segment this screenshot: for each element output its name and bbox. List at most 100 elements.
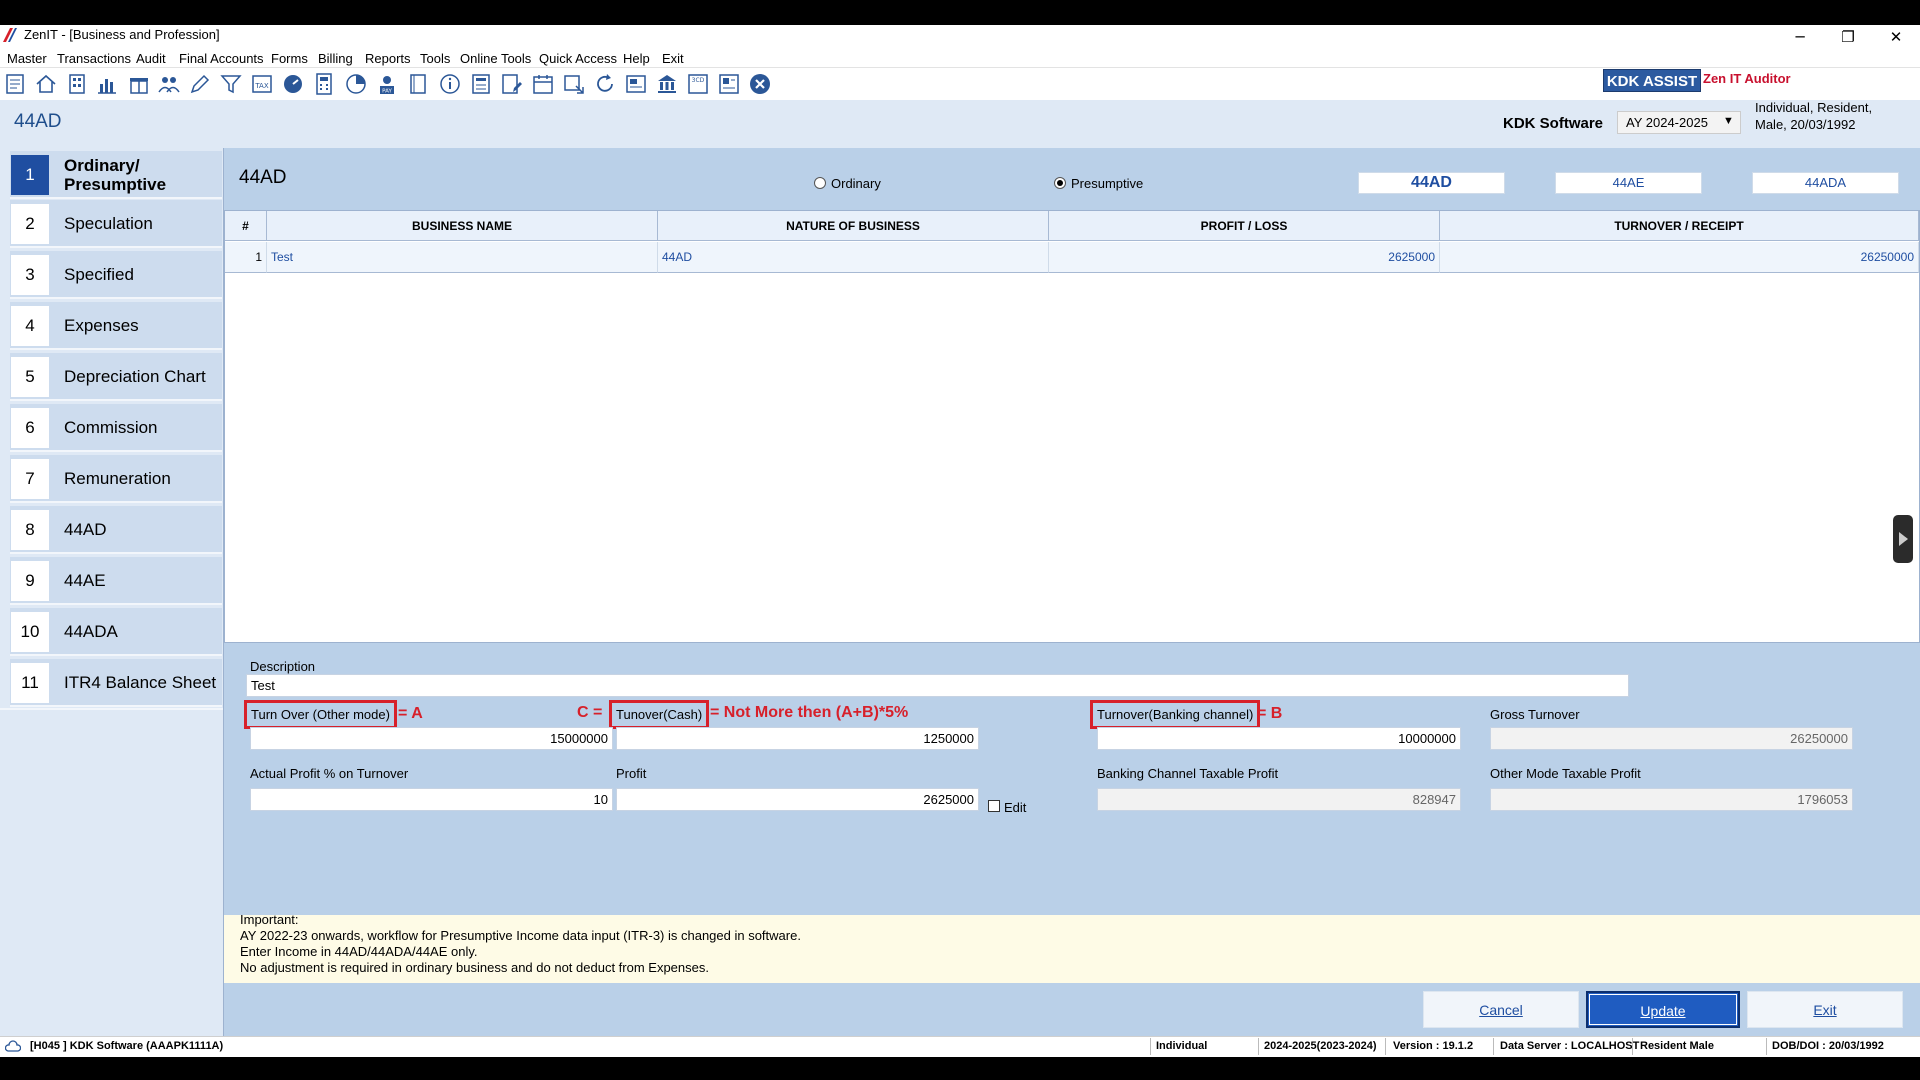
sidebar-item-number: 8 [11, 510, 49, 550]
sidebar-item-depreciation-chart[interactable]: 5 Depreciation Chart [10, 353, 222, 401]
sidebar-item-44ad[interactable]: 8 44AD [10, 506, 222, 554]
sidebar-item-label: Expenses [64, 316, 139, 335]
menu-exit[interactable]: Exit [662, 49, 684, 68]
menu-audit[interactable]: Audit [136, 49, 166, 68]
card-icon[interactable] [624, 72, 648, 96]
sidebar-item-ordinary-presumptive[interactable]: 1 Ordinary/ Presumptive [10, 151, 222, 199]
restore-button[interactable]: ❐ [1824, 25, 1872, 49]
filter-icon[interactable] [219, 72, 243, 96]
close-window-button[interactable]: ✕ [1872, 25, 1920, 49]
refresh-icon[interactable] [593, 72, 617, 96]
tab-44ada[interactable]: 44ADA [1752, 172, 1899, 194]
app-logo-icon [3, 28, 17, 42]
sidebar-item-number: 4 [11, 306, 49, 346]
pie-chart-icon[interactable] [344, 72, 368, 96]
radio-ordinary-label[interactable]: Ordinary [831, 176, 881, 191]
zen-it-auditor-link[interactable]: Zen IT Auditor [1703, 71, 1791, 86]
profile-line-1: Individual, Resident, [1755, 100, 1873, 115]
sidebar-item-label: Commission [64, 418, 158, 437]
table-cell-profit[interactable]: 2625000 [1049, 242, 1440, 273]
sidebar-item-specified[interactable]: 3 Specified [10, 251, 222, 299]
menu-billing[interactable]: Billing [318, 49, 353, 68]
edit-checkbox[interactable] [988, 800, 1000, 812]
form-icon[interactable] [469, 72, 493, 96]
book-icon[interactable] [406, 72, 430, 96]
menu-forms[interactable]: Forms [271, 49, 308, 68]
calculator-icon[interactable] [312, 72, 336, 96]
sidebar-item-44ae[interactable]: 9 44AE [10, 557, 222, 605]
table-cell-business-name[interactable]: Test [267, 242, 658, 273]
sidebar-item-44ada[interactable]: 10 44ADA [10, 608, 222, 656]
menu-quick-access[interactable]: Quick Access [539, 49, 617, 68]
menu-tools[interactable]: Tools [420, 49, 450, 68]
sidebar-item-label: 44AD [64, 520, 107, 539]
menu-transactions[interactable]: Transactions [57, 49, 131, 68]
info-icon[interactable] [438, 72, 462, 96]
sidebar-item-expenses[interactable]: 4 Expenses [10, 302, 222, 350]
table-cell-nature[interactable]: 44AD [658, 242, 1049, 273]
side-panel-toggle-handle[interactable] [1893, 515, 1913, 563]
column-header-nature[interactable]: NATURE OF BUSINESS [658, 211, 1049, 241]
menu-help[interactable]: Help [623, 49, 650, 68]
close-circle-icon[interactable] [748, 72, 772, 96]
pay-icon[interactable]: PAY [375, 72, 399, 96]
speedometer-icon[interactable] [281, 72, 305, 96]
turnover-banking-label: Turnover(Banking channel) [1090, 700, 1261, 729]
import-icon[interactable] [562, 72, 586, 96]
page-title: 44AD [14, 111, 62, 132]
turnover-other-mode-input[interactable]: 15000000 [250, 727, 613, 750]
exit-button[interactable]: Exit [1747, 991, 1903, 1028]
3cd-icon[interactable]: 3CD [686, 72, 710, 96]
sidebar-item-number: 6 [11, 408, 49, 448]
annotation-cash-rule: = Not More then (A+B)*5% [710, 704, 909, 721]
table-row-index[interactable]: 1 [225, 242, 267, 273]
home-icon[interactable] [34, 72, 58, 96]
sidebar-item-itr4-balance-sheet[interactable]: 11 ITR4 Balance Sheet [10, 659, 222, 707]
sidebar-item-number: 5 [11, 357, 49, 397]
column-header-business-name[interactable]: BUSINESS NAME [267, 211, 658, 241]
column-header-turnover[interactable]: TURNOVER / RECEIPT [1440, 211, 1919, 241]
turnover-cash-input[interactable]: 1250000 [616, 727, 979, 750]
profit-input[interactable]: 2625000 [616, 788, 979, 811]
bank-icon[interactable] [655, 72, 679, 96]
menu-master[interactable]: Master [7, 49, 47, 68]
table-cell-turnover[interactable]: 26250000 [1440, 242, 1919, 273]
status-residency: Resident Male [1640, 1040, 1714, 1052]
gift-icon[interactable] [127, 72, 151, 96]
bar-chart-icon[interactable] [95, 72, 119, 96]
people-icon[interactable] [157, 72, 181, 96]
report-icon[interactable] [717, 72, 741, 96]
calendar-icon[interactable] [531, 72, 555, 96]
sidebar-item-speculation[interactable]: 2 Speculation [10, 200, 222, 248]
menu-final-accounts[interactable]: Final Accounts [179, 49, 264, 68]
radio-presumptive[interactable] [1054, 177, 1066, 189]
column-header-profit[interactable]: PROFIT / LOSS [1049, 211, 1440, 241]
sidebar-item-commission[interactable]: 6 Commission [10, 404, 222, 452]
edit-checkbox-label[interactable]: Edit [1004, 800, 1026, 815]
tax-icon[interactable]: TAX [250, 72, 274, 96]
edit-form-icon[interactable] [500, 72, 524, 96]
column-header-index[interactable]: # [225, 211, 267, 241]
building-icon[interactable] [65, 72, 89, 96]
kdk-assist-button[interactable]: KDK ASSIST [1603, 69, 1701, 92]
turnover-banking-input[interactable]: 10000000 [1097, 727, 1461, 750]
tab-44ad[interactable]: 44AD [1358, 172, 1505, 194]
description-input[interactable]: Test [246, 674, 1629, 697]
pen-icon[interactable] [188, 72, 212, 96]
cancel-button[interactable]: Cancel [1423, 991, 1579, 1028]
sidebar-item-remuneration[interactable]: 7 Remuneration [10, 455, 222, 503]
document-icon[interactable] [4, 72, 28, 96]
radio-ordinary[interactable] [814, 177, 826, 189]
minimize-button[interactable]: ─ [1776, 25, 1824, 49]
annotation-b: = B [1257, 705, 1283, 722]
chevron-down-icon[interactable]: ▼ [1723, 115, 1734, 127]
menu-online-tools[interactable]: Online Tools [460, 49, 531, 68]
gross-turnover-field: 26250000 [1490, 727, 1853, 750]
menu-reports[interactable]: Reports [365, 49, 411, 68]
tab-44ae[interactable]: 44AE [1555, 172, 1702, 194]
radio-presumptive-label[interactable]: Presumptive [1071, 176, 1143, 191]
update-button[interactable]: Update [1586, 991, 1740, 1028]
actual-profit-percent-input[interactable]: 10 [250, 788, 613, 811]
sidebar-item-number: 11 [11, 663, 49, 703]
sidebar-item-number: 7 [11, 459, 49, 499]
